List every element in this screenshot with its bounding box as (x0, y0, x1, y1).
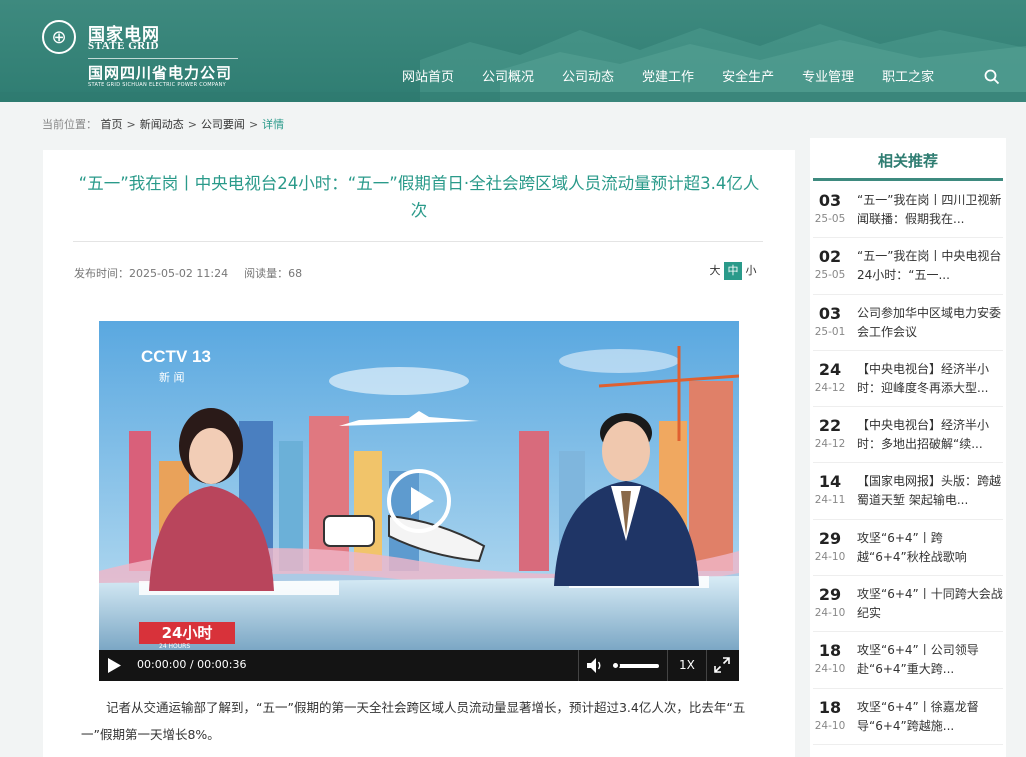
nav-item-party[interactable]: 党建工作 (642, 66, 694, 85)
search-icon[interactable] (984, 69, 1000, 85)
related-item[interactable]: 22 24-12 【中央电视台】经济半小时：多地出招破解“续... (813, 407, 1003, 464)
related-item[interactable]: 29 24-10 攻坚“6+4”丨十同跨大会战纪实 (813, 576, 1003, 633)
related-item[interactable]: 03 25-05 “五一”我在岗丨四川卫视新闻联播：假期我在... (813, 182, 1003, 239)
related-item-title[interactable]: 公司参加华中区域电力安委会工作会议 (857, 304, 1003, 342)
controls-divider (578, 650, 579, 681)
breadcrumb: 当前位置： 首页 > 新闻动态 > 公司要闻 > 详情 (42, 116, 284, 132)
controls-divider (667, 650, 668, 681)
related-item-month: 24-10 (814, 550, 846, 563)
related-item-month: 24-10 (814, 607, 846, 620)
logo-en-text: STATE GRID (88, 40, 159, 52)
related-item-title[interactable]: “五一”我在岗丨四川卫视新闻联播：假期我在... (857, 191, 1003, 229)
related-item-day: 29 (818, 528, 842, 548)
related-list: 03 25-05 “五一”我在岗丨四川卫视新闻联播：假期我在... 02 25-… (813, 182, 1003, 745)
related-item-day: 18 (818, 697, 842, 717)
related-item-title[interactable]: 攻坚“6+4”丨公司领导赴“6+4”重大跨... (857, 641, 1003, 679)
related-item[interactable]: 03 25-01 公司参加华中区域电力安委会工作会议 (813, 295, 1003, 351)
related-item[interactable]: 24 24-12 【中央电视台】经济半小时：迎峰度冬再添大型... (813, 351, 1003, 408)
related-sidebar: 相关推荐 03 25-05 “五一”我在岗丨四川卫视新闻联播：假期我在... 0… (810, 138, 1006, 757)
related-item-day: 03 (818, 303, 842, 323)
font-size-switch: 大 中 小 (706, 262, 760, 280)
play-icon[interactable] (386, 468, 452, 534)
breadcrumb-home[interactable]: 首页 (101, 118, 123, 131)
state-grid-logo-icon: ⊕ (42, 20, 76, 54)
logo-company-name: 国网四川省电力公司 (88, 64, 233, 82)
playback-speed-button[interactable]: 1X (679, 658, 695, 672)
article-meta: 发布时间：2025-05-02 11:24 阅读量：68 (74, 265, 302, 281)
view-count: 阅读量：68 (244, 267, 303, 280)
breadcrumb-news[interactable]: 新闻动态 (140, 118, 184, 131)
nav-item-safety[interactable]: 安全生产 (722, 66, 774, 85)
main-nav: 网站首页 公司概况 公司动态 党建工作 安全生产 专业管理 职工之家 (402, 66, 962, 85)
related-item-month: 25-05 (814, 213, 846, 225)
program-logo: 24小时 (139, 622, 235, 644)
nav-item-news[interactable]: 公司动态 (562, 66, 614, 85)
volume-slider-handle[interactable] (611, 661, 620, 670)
related-item-month: 25-05 (814, 269, 846, 282)
related-item-month: 25-01 (814, 325, 846, 338)
nav-item-staff[interactable]: 职工之家 (882, 66, 934, 85)
article-title: “五一”我在岗丨中央电视台24小时：“五一”假期首日·全社会跨区域人员流动量预计… (78, 174, 760, 220)
cctv-logo-sub: 新 闻 (159, 371, 185, 384)
video-controls: 00:00:00 / 00:00:36 1X (99, 650, 739, 681)
publish-time: 发布时间：2025-05-02 11:24 (74, 267, 229, 280)
related-item[interactable]: 18 24-10 攻坚“6+4”丨徐嘉龙督导“6+4”跨越施... (813, 689, 1003, 745)
sidebar-title-underline (813, 178, 1003, 181)
related-item-month: 24-12 (814, 438, 846, 451)
font-size-large[interactable]: 大 (706, 262, 724, 280)
related-item[interactable]: 29 24-10 攻坚“6+4”丨跨越“6+4”秋栓战歌响 (813, 520, 1003, 577)
breadcrumb-current: 详情 (262, 118, 285, 131)
related-item-day: 22 (818, 416, 842, 436)
video-time: 00:00:00 / 00:00:36 (137, 658, 247, 671)
related-item-day: 02 (818, 247, 842, 267)
related-item-title[interactable]: 【国家电网报】头版：跨越蜀道天堑 架起输电... (857, 472, 1003, 510)
breadcrumb-separator: > (126, 118, 136, 131)
control-play-icon[interactable] (107, 658, 121, 673)
volume-icon[interactable] (586, 657, 604, 674)
breadcrumb-separator: > (187, 118, 197, 131)
related-item-title[interactable]: 攻坚“6+4”丨徐嘉龙督导“6+4”跨越施... (857, 698, 1003, 736)
nav-item-overview[interactable]: 公司概况 (482, 66, 534, 85)
related-item-day: 24 (818, 359, 842, 379)
related-item-day: 03 (818, 191, 842, 210)
breadcrumb-label: 当前位置： (42, 118, 97, 131)
cctv-logo: CCTV 13 (141, 347, 211, 366)
program-logo-sub: 24 HOURS (159, 643, 191, 650)
controls-divider (706, 650, 707, 681)
related-item[interactable]: 18 24-10 攻坚“6+4”丨公司领导赴“6+4”重大跨... (813, 632, 1003, 689)
site-header: ⊕ 国家电网 STATE GRID 国网四川省电力公司 STATE GRID S… (0, 0, 1026, 102)
related-item-title[interactable]: 【中央电视台】经济半小时：多地出招破解“续... (857, 416, 1003, 454)
title-divider (73, 241, 763, 242)
nav-item-home[interactable]: 网站首页 (402, 66, 454, 85)
related-item-title[interactable]: 攻坚“6+4”丨十同跨大会战纪实 (857, 585, 1003, 623)
fullscreen-icon[interactable] (714, 657, 730, 673)
related-item-day: 14 (818, 472, 842, 492)
related-item-month: 24-10 (814, 663, 846, 676)
sidebar-title: 相关推荐 (877, 152, 938, 170)
article-body: 记者从交通运输部了解到，“五一”假期的第一天全社会跨区域人员流动量显著增长，预计… (81, 700, 746, 742)
breadcrumb-company-news[interactable]: 公司要闻 (201, 118, 245, 131)
related-item[interactable]: 02 25-05 “五一”我在岗丨中央电视台24小时：“五一... (813, 238, 1003, 295)
related-item-title[interactable]: 【中央电视台】经济半小时：迎峰度冬再添大型... (857, 360, 1003, 398)
font-size-medium[interactable]: 中 (724, 262, 742, 280)
video-player[interactable]: CCTV 13 新 闻 24小时 24 HOURS 00:00:00 / 00:… (99, 321, 739, 681)
related-item-day: 29 (818, 585, 842, 605)
related-item-month: 24-11 (814, 494, 846, 507)
article-panel: “五一”我在岗丨中央电视台24小时：“五一”假期首日·全社会跨区域人员流动量预计… (43, 150, 795, 757)
related-item-day: 18 (818, 641, 842, 661)
breadcrumb-separator: > (248, 118, 259, 131)
font-size-small[interactable]: 小 (742, 262, 760, 280)
related-item-month: 24-12 (814, 381, 846, 394)
logo-company-name-en: STATE GRID SICHUAN ELECTRIC POWER COMPAN… (88, 82, 226, 88)
related-item[interactable]: 14 24-11 【国家电网报】头版：跨越蜀道天堑 架起输电... (813, 463, 1003, 520)
nav-item-management[interactable]: 专业管理 (802, 66, 854, 85)
logo-divider (88, 58, 238, 59)
related-item-title[interactable]: “五一”我在岗丨中央电视台24小时：“五一... (857, 247, 1003, 285)
related-item-title[interactable]: 攻坚“6+4”丨跨越“6+4”秋栓战歌响 (857, 529, 1003, 567)
related-item-month: 24-10 (814, 719, 846, 732)
